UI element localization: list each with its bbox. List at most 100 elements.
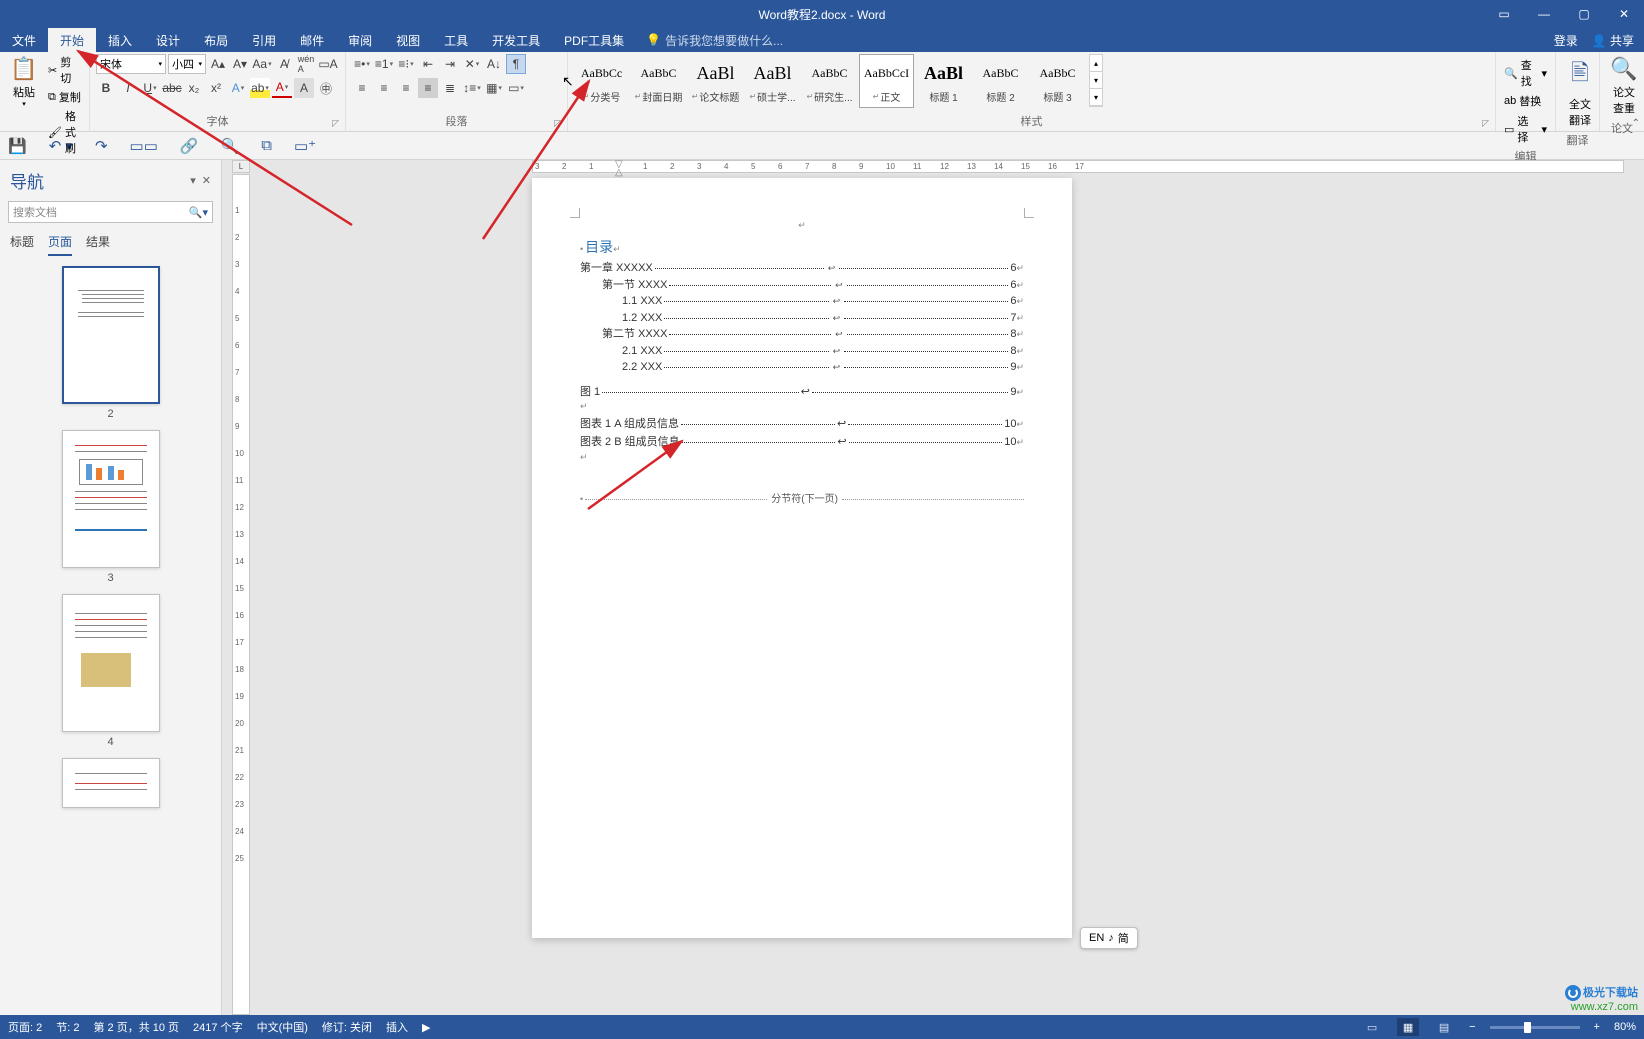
nav-tab-results[interactable]: 结果: [86, 233, 110, 256]
nav-dropdown-button[interactable]: ▾: [190, 174, 196, 187]
collapse-ribbon-button[interactable]: ⌃: [1632, 118, 1640, 129]
zoom-slider-thumb[interactable]: [1524, 1022, 1531, 1033]
ribbon-display-options-button[interactable]: ▭: [1484, 0, 1524, 28]
status-page[interactable]: 页面: 2: [8, 1019, 42, 1035]
status-insert-mode[interactable]: 插入: [386, 1019, 408, 1035]
format-painter-button[interactable]: 🖌格式刷: [46, 108, 83, 156]
status-macro-icon[interactable]: ▶: [422, 1021, 430, 1034]
text-effects-button[interactable]: A: [228, 78, 248, 98]
copy-button[interactable]: ⧉复制: [46, 89, 83, 105]
toc-entry[interactable]: 第一节 XXXX↩6↵: [602, 277, 1024, 294]
full-translate-button[interactable]: 🖹 全文 翻译: [1562, 54, 1598, 130]
view-read-mode-button[interactable]: ▭: [1361, 1018, 1383, 1036]
status-word-count[interactable]: 2417 个字: [193, 1019, 243, 1035]
table-entry[interactable]: 图表 2 B 组成员信息↩10↵: [580, 434, 1024, 451]
style-item-7[interactable]: AaBbC标题 2: [973, 54, 1028, 108]
bold-button[interactable]: B: [96, 78, 116, 98]
thumbnail-page-3[interactable]: 3: [62, 430, 160, 584]
tab-file[interactable]: 文件: [0, 28, 48, 52]
multilevel-list-button[interactable]: ≡⁝: [396, 54, 416, 74]
numbering-button[interactable]: ≡1: [374, 54, 394, 74]
shrink-font-button[interactable]: A▾: [230, 54, 250, 74]
styles-launcher[interactable]: ◸: [1482, 118, 1489, 129]
toc-entry[interactable]: 第二节 XXXX↩8↵: [602, 326, 1024, 343]
tab-view[interactable]: 视图: [384, 28, 432, 52]
view-print-layout-button[interactable]: ▦: [1397, 1018, 1419, 1036]
style-item-1[interactable]: AaBbC↵封面日期: [631, 54, 686, 108]
status-section[interactable]: 节: 2: [56, 1019, 79, 1035]
style-item-5[interactable]: AaBbCcI↵正文: [859, 54, 914, 108]
style-item-2[interactable]: AaBl↵论文标题: [688, 54, 743, 108]
bullets-button[interactable]: ≡•: [352, 54, 372, 74]
asian-layout-button[interactable]: ✕: [462, 54, 482, 74]
italic-button[interactable]: I: [118, 78, 138, 98]
maximize-button[interactable]: ▢: [1564, 0, 1604, 28]
toc-entry[interactable]: 2.2 XXX↩9↵: [622, 359, 1024, 376]
character-border-button[interactable]: ▭A: [318, 54, 338, 74]
ime-indicator[interactable]: EN ♪ 简: [1080, 927, 1138, 949]
paper-check-button[interactable]: 🔍 论文 查重: [1606, 54, 1642, 118]
gallery-more-button[interactable]: ▾: [1090, 89, 1102, 106]
paste-button[interactable]: 📋 粘贴 ▾: [6, 54, 42, 110]
toc-entry[interactable]: 1.2 XXX↩7↵: [622, 310, 1024, 327]
strikethrough-button[interactable]: abc: [162, 78, 182, 98]
highlight-button[interactable]: ab: [250, 78, 270, 98]
tab-insert[interactable]: 插入: [96, 28, 144, 52]
nav-close-button[interactable]: ✕: [202, 174, 211, 187]
align-left-button[interactable]: ≡: [352, 78, 372, 98]
underline-button[interactable]: U: [140, 78, 160, 98]
character-shading-button[interactable]: A: [294, 78, 314, 98]
login-button[interactable]: 登录: [1554, 32, 1578, 49]
tab-layout[interactable]: 布局: [192, 28, 240, 52]
style-item-8[interactable]: AaBbC标题 3: [1030, 54, 1085, 108]
qat-item-4[interactable]: ⧉: [261, 137, 272, 154]
font-color-button[interactable]: A: [272, 78, 292, 98]
qat-item-5[interactable]: ▭⁺: [294, 137, 316, 155]
toc-entry[interactable]: 第一章 XXXXX↩6↵: [580, 260, 1024, 277]
nav-tab-pages[interactable]: 页面: [48, 233, 72, 256]
qat-item-2[interactable]: 🔗: [180, 137, 199, 155]
tab-review[interactable]: 审阅: [336, 28, 384, 52]
style-item-4[interactable]: AaBbC↵研究生...: [802, 54, 857, 108]
document-page[interactable]: ↵ •目录↵ 第一章 XXXXX↩6↵第一节 XXXX↩6↵1.1 XXX↩6↵…: [532, 178, 1072, 938]
decrease-indent-button[interactable]: ⇤: [418, 54, 438, 74]
tab-references[interactable]: 引用: [240, 28, 288, 52]
status-page-of[interactable]: 第 2 页，共 10 页: [93, 1019, 179, 1035]
grow-font-button[interactable]: A▴: [208, 54, 228, 74]
phonetic-guide-button[interactable]: wénA: [296, 54, 316, 74]
share-button[interactable]: 👤 共享: [1592, 32, 1634, 49]
zoom-in-button[interactable]: +: [1594, 1021, 1600, 1033]
font-name-select[interactable]: 宋体▾: [96, 54, 166, 74]
enclose-characters-button[interactable]: ㊥: [316, 78, 336, 98]
view-web-layout-button[interactable]: ▤: [1433, 1018, 1455, 1036]
shading-button[interactable]: ▦: [484, 78, 504, 98]
close-button[interactable]: ✕: [1604, 0, 1644, 28]
qat-item-1[interactable]: ▭▭: [130, 137, 158, 155]
thumbnail-page-4[interactable]: 4: [62, 594, 160, 748]
align-right-button[interactable]: ≡: [396, 78, 416, 98]
align-center-button[interactable]: ≡: [374, 78, 394, 98]
nav-tab-headings[interactable]: 标题: [10, 233, 34, 256]
superscript-button[interactable]: x²: [206, 78, 226, 98]
style-item-6[interactable]: AaBl标题 1: [916, 54, 971, 108]
search-icon[interactable]: 🔍▾: [189, 206, 208, 219]
redo-button[interactable]: ↷: [95, 137, 108, 155]
toc-entry[interactable]: 2.1 XXX↩8↵: [622, 343, 1024, 360]
table-entry[interactable]: 图表 1 A 组成员信息↩10↵: [580, 416, 1024, 433]
sort-button[interactable]: A↓: [484, 54, 504, 74]
thumbnail-page-2[interactable]: 2: [62, 266, 160, 420]
zoom-out-button[interactable]: −: [1469, 1021, 1475, 1033]
tab-home[interactable]: 开始: [48, 28, 96, 52]
qat-item-3[interactable]: 🔍: [221, 137, 240, 155]
horizontal-ruler[interactable]: ▽ △ 3211234567891011121314151617: [532, 160, 1624, 173]
document-content[interactable]: •目录↵ 第一章 XXXXX↩6↵第一节 XXXX↩6↵1.1 XXX↩6↵1.…: [580, 237, 1024, 507]
tab-design[interactable]: 设计: [144, 28, 192, 52]
increase-indent-button[interactable]: ⇥: [440, 54, 460, 74]
gallery-down-button[interactable]: ▾: [1090, 72, 1102, 89]
show-hide-marks-button[interactable]: ¶: [506, 54, 526, 74]
align-distributed-button[interactable]: ≣: [440, 78, 460, 98]
zoom-value[interactable]: 80%: [1614, 1021, 1636, 1033]
minimize-button[interactable]: —: [1524, 0, 1564, 28]
paragraph-launcher[interactable]: ◸: [554, 118, 561, 129]
change-case-button[interactable]: Aa: [252, 54, 272, 74]
